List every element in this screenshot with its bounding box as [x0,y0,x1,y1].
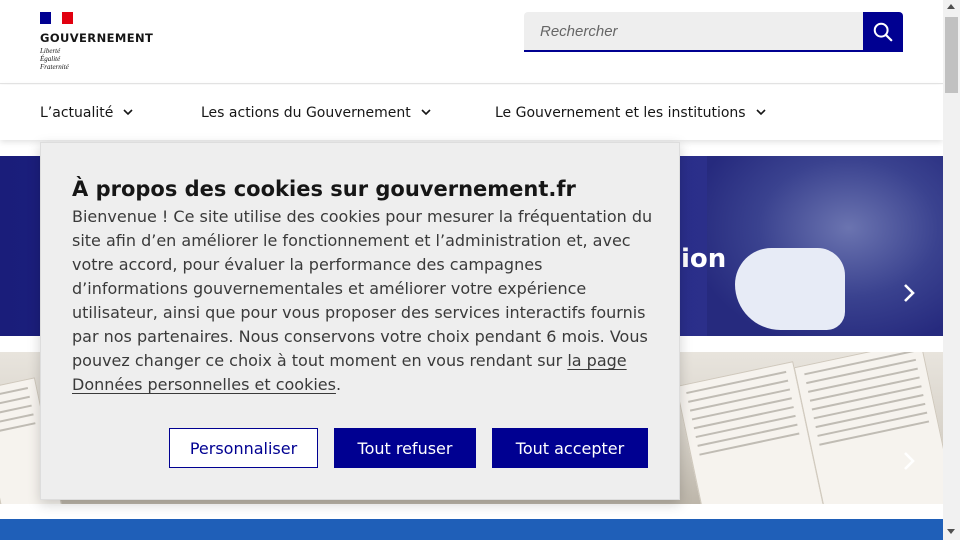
scroll-down-icon[interactable] [947,529,955,534]
scrollbar[interactable] [943,0,960,540]
chevron-down-icon [123,109,133,116]
chevron-down-icon [421,109,431,116]
chevron-right-icon[interactable] [899,283,919,303]
search-button[interactable] [863,12,903,52]
gouvernement-logo[interactable]: GOUVERNEMENT Liberté Égalité Fraternité [40,12,153,71]
nav-item-label: Les actions du Gouvernement [201,104,411,121]
customize-button[interactable]: Personnaliser [169,428,318,468]
nav-item-institutions[interactable]: Le Gouvernement et les institutions [495,85,766,140]
scrollbar-thumb[interactable] [945,17,958,93]
chevron-down-icon [756,109,766,116]
nav-item-label: Le Gouvernement et les institutions [495,104,746,121]
cookie-text-main: Bienvenue ! Ce site utilise des cookies … [72,207,653,370]
face-mask-shape [735,248,845,330]
search-bar [524,12,903,52]
search-input[interactable] [524,12,863,52]
accept-all-button[interactable]: Tout accepter [492,428,648,468]
nav-item-label: L’actualité [40,104,114,121]
site-header: GOUVERNEMENT Liberté Égalité Fraternité [0,0,943,84]
main-nav: L’actualité Les actions du Gouvernement … [0,85,943,140]
chevron-right-icon[interactable] [899,451,919,471]
nav-item-actions[interactable]: Les actions du Gouvernement [201,85,431,140]
featured-banner-blue[interactable] [0,519,943,540]
banner-title-partial: ion [681,244,727,274]
scroll-up-icon[interactable] [947,4,955,9]
nav-item-actualite[interactable]: L’actualité [40,85,133,140]
search-icon [873,22,893,42]
cookie-text-end: . [335,375,342,394]
motto-line: Égalité [40,55,61,63]
cookie-consent-dialog: À propos des cookies sur gouvernement.fr… [40,142,680,500]
cookie-dialog-title: À propos des cookies sur gouvernement.fr [72,177,576,201]
french-flag-icon [40,12,73,24]
cookie-dialog-text: Bienvenue ! Ce site utilise des cookies … [72,205,658,397]
motto-line: Fraternité [40,63,69,71]
republic-motto: Liberté Égalité Fraternité [40,47,153,71]
logo-title: GOUVERNEMENT [40,31,154,45]
refuse-all-button[interactable]: Tout refuser [334,428,476,468]
motto-line: Liberté [40,47,61,55]
